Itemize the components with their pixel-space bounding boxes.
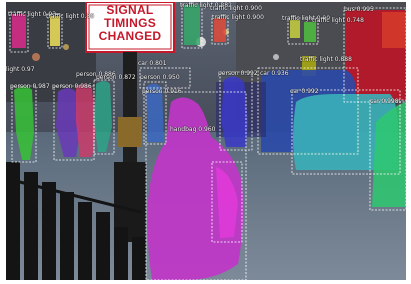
detection-label: car 0.992 <box>290 88 319 95</box>
lamp-post-ornament <box>118 117 142 147</box>
traffic-light-mask <box>184 5 200 45</box>
traffic-light-shape <box>382 12 406 48</box>
sign-line-3: CHANGED <box>98 29 162 43</box>
detection-label: traffic light 0.888 <box>300 56 352 63</box>
photo-canvas <box>6 2 406 280</box>
detection-label: car 0.801 <box>138 60 167 67</box>
sign-text: SIGNAL TIMINGS CHANGED <box>88 4 172 43</box>
traffic-light-mask <box>304 22 316 42</box>
bokeh-light <box>32 53 40 61</box>
detection-label: car 0.998 <box>370 98 399 105</box>
detection-label: person 0.987 <box>10 83 50 90</box>
detection-label: car 0.936 <box>260 70 289 77</box>
bokeh-light <box>273 54 279 60</box>
detection-label: traffic light 0.900 <box>210 5 262 12</box>
detection-label: person 0.872 <box>96 74 136 81</box>
bokeh-light <box>63 44 69 50</box>
detection-label: person 0.950 <box>140 74 180 81</box>
person-mask <box>221 76 248 147</box>
detection-label: person 0.986 <box>52 83 92 90</box>
detection-label: light 0.97 <box>6 66 35 73</box>
detection-label: bus 0.995 <box>344 6 374 13</box>
detection-label: traffic light 0.748 <box>312 17 364 24</box>
detection-label: handbag 0.960 <box>170 126 216 133</box>
detection-label: traffic light 0.80 <box>46 13 95 20</box>
detection-label: person 0.992 <box>218 70 258 77</box>
detection-label: person 0.916 <box>142 88 182 95</box>
traffic-light-mask <box>12 14 26 48</box>
traffic-light-mask <box>50 16 60 46</box>
traffic-light-mask <box>290 20 300 38</box>
traffic-light-mask <box>214 18 226 42</box>
detection-label: traffic light 0.900 <box>212 14 264 21</box>
annotated-street-photo: SIGNAL TIMINGS CHANGED traffic light 0.9… <box>6 2 406 280</box>
